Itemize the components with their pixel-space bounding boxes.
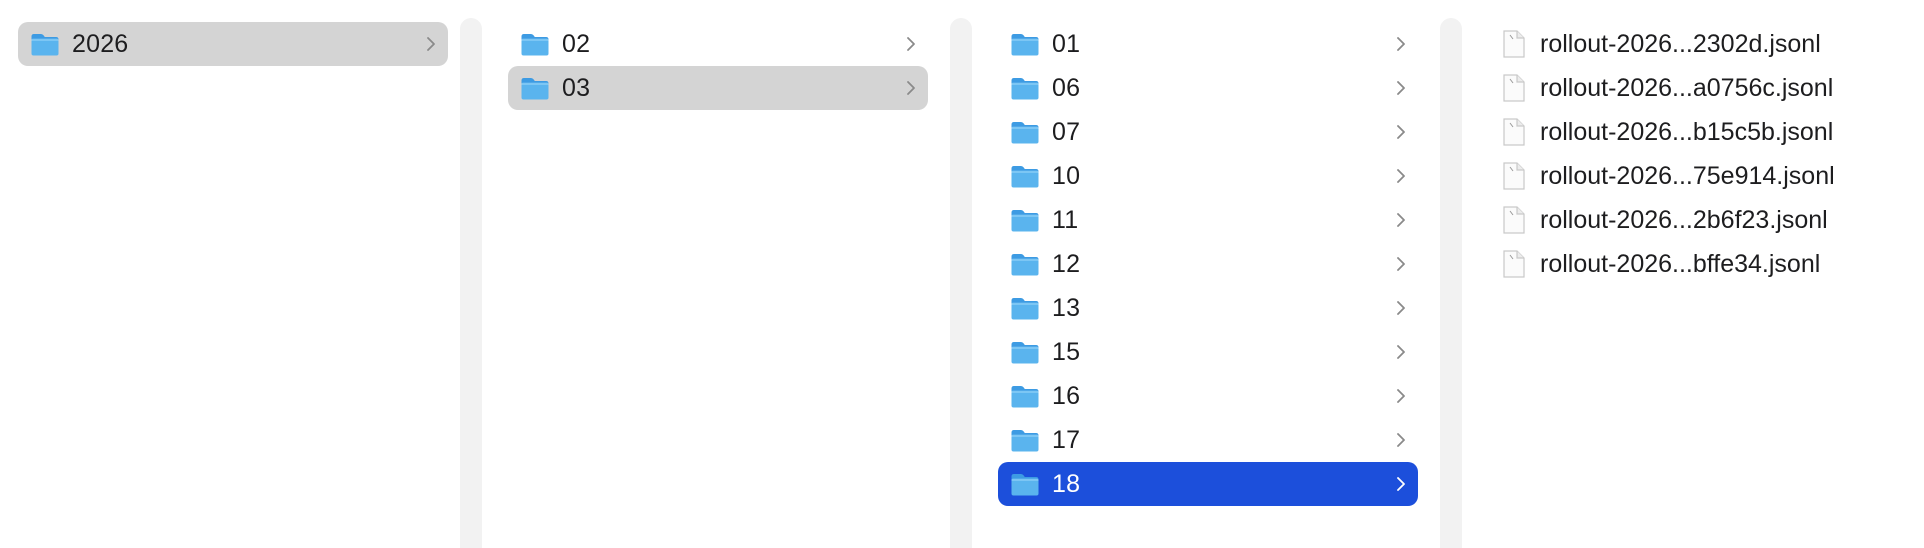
folder-label: 17	[1052, 425, 1081, 454]
folder-icon	[520, 76, 550, 101]
chevron-right-icon	[424, 35, 438, 53]
folder-icon	[1010, 76, 1040, 101]
chevron-right-icon	[1394, 35, 1408, 53]
file-label: rollout-2026...a0756c.jsonl	[1540, 73, 1834, 102]
folder-label: 02	[562, 29, 591, 58]
file-row[interactable]: rollout-2026...2302d.jsonl	[1502, 22, 1914, 66]
column-month-list: 02 03	[482, 22, 950, 110]
chevron-right-icon	[1394, 387, 1408, 405]
folder-icon	[1010, 208, 1040, 233]
file-label: rollout-2026...b15c5b.jsonl	[1540, 117, 1834, 146]
folder-icon	[1010, 340, 1040, 365]
folder-row[interactable]: 2026	[18, 22, 448, 66]
column-day: 01 06 07 10 11 12 13 15 16 17 18	[972, 0, 1440, 548]
folder-icon	[520, 32, 550, 57]
column-year: 2026	[0, 0, 460, 548]
column-divider[interactable]	[1440, 18, 1462, 548]
chevron-right-icon	[904, 35, 918, 53]
column-year-list: 2026	[0, 22, 460, 66]
folder-label: 06	[1052, 73, 1081, 102]
column-month: 02 03	[482, 0, 950, 548]
folder-icon	[30, 32, 60, 57]
chevron-right-icon	[1394, 255, 1408, 273]
folder-row[interactable]: 01	[998, 22, 1418, 66]
folder-icon	[1010, 384, 1040, 409]
column-divider[interactable]	[460, 18, 482, 548]
document-icon	[1502, 205, 1526, 235]
file-label: rollout-2026...75e914.jsonl	[1540, 161, 1835, 190]
folder-icon	[1010, 296, 1040, 321]
folder-icon	[1010, 32, 1040, 57]
file-row[interactable]: rollout-2026...bffe34.jsonl	[1502, 242, 1914, 286]
file-label: rollout-2026...bffe34.jsonl	[1540, 249, 1821, 278]
folder-label: 10	[1052, 161, 1081, 190]
folder-label: 18	[1052, 469, 1081, 498]
column-day-list: 01 06 07 10 11 12 13 15 16 17 18	[972, 22, 1440, 506]
folder-label: 12	[1052, 249, 1081, 278]
chevron-right-icon	[1394, 431, 1408, 449]
folder-label: 07	[1052, 117, 1081, 146]
document-icon	[1502, 73, 1526, 103]
folder-label: 2026	[72, 29, 129, 58]
folder-icon	[1010, 164, 1040, 189]
file-row[interactable]: rollout-2026...75e914.jsonl	[1502, 154, 1914, 198]
column-browser: 2026 02 03 01 06 07 10 11 12 13 15 16 17 18 rollout…	[0, 0, 1924, 548]
folder-icon	[1010, 252, 1040, 277]
folder-row[interactable]: 07	[998, 110, 1418, 154]
folder-row[interactable]: 13	[998, 286, 1418, 330]
folder-row[interactable]: 12	[998, 242, 1418, 286]
folder-row[interactable]: 16	[998, 374, 1418, 418]
chevron-right-icon	[1394, 211, 1408, 229]
folder-icon	[1010, 428, 1040, 453]
folder-row[interactable]: 18	[998, 462, 1418, 506]
chevron-right-icon	[1394, 123, 1408, 141]
chevron-right-icon	[1394, 299, 1408, 317]
chevron-right-icon	[1394, 79, 1408, 97]
chevron-right-icon	[1394, 167, 1408, 185]
folder-row[interactable]: 02	[508, 22, 928, 66]
file-row[interactable]: rollout-2026...a0756c.jsonl	[1502, 66, 1914, 110]
document-icon	[1502, 117, 1526, 147]
folder-label: 13	[1052, 293, 1081, 322]
document-icon	[1502, 161, 1526, 191]
folder-label: 15	[1052, 337, 1081, 366]
folder-label: 11	[1052, 205, 1079, 234]
folder-row[interactable]: 11	[998, 198, 1418, 242]
folder-row[interactable]: 06	[998, 66, 1418, 110]
folder-icon	[1010, 120, 1040, 145]
column-files: rollout-2026...2302d.jsonl rollout-2026..…	[1462, 0, 1924, 548]
folder-row[interactable]: 03	[508, 66, 928, 110]
document-icon	[1502, 249, 1526, 279]
file-label: rollout-2026...2b6f23.jsonl	[1540, 205, 1828, 234]
folder-label: 16	[1052, 381, 1081, 410]
file-row[interactable]: rollout-2026...b15c5b.jsonl	[1502, 110, 1914, 154]
folder-row[interactable]: 15	[998, 330, 1418, 374]
chevron-right-icon	[1394, 475, 1408, 493]
folder-label: 03	[562, 73, 591, 102]
folder-row[interactable]: 10	[998, 154, 1418, 198]
file-row[interactable]: rollout-2026...2b6f23.jsonl	[1502, 198, 1914, 242]
chevron-right-icon	[904, 79, 918, 97]
document-icon	[1502, 29, 1526, 59]
folder-row[interactable]: 17	[998, 418, 1418, 462]
folder-label: 01	[1052, 29, 1081, 58]
column-files-list: rollout-2026...2302d.jsonl rollout-2026..…	[1462, 22, 1924, 286]
column-divider[interactable]	[950, 18, 972, 548]
file-label: rollout-2026...2302d.jsonl	[1540, 29, 1821, 58]
folder-icon	[1010, 472, 1040, 497]
chevron-right-icon	[1394, 343, 1408, 361]
